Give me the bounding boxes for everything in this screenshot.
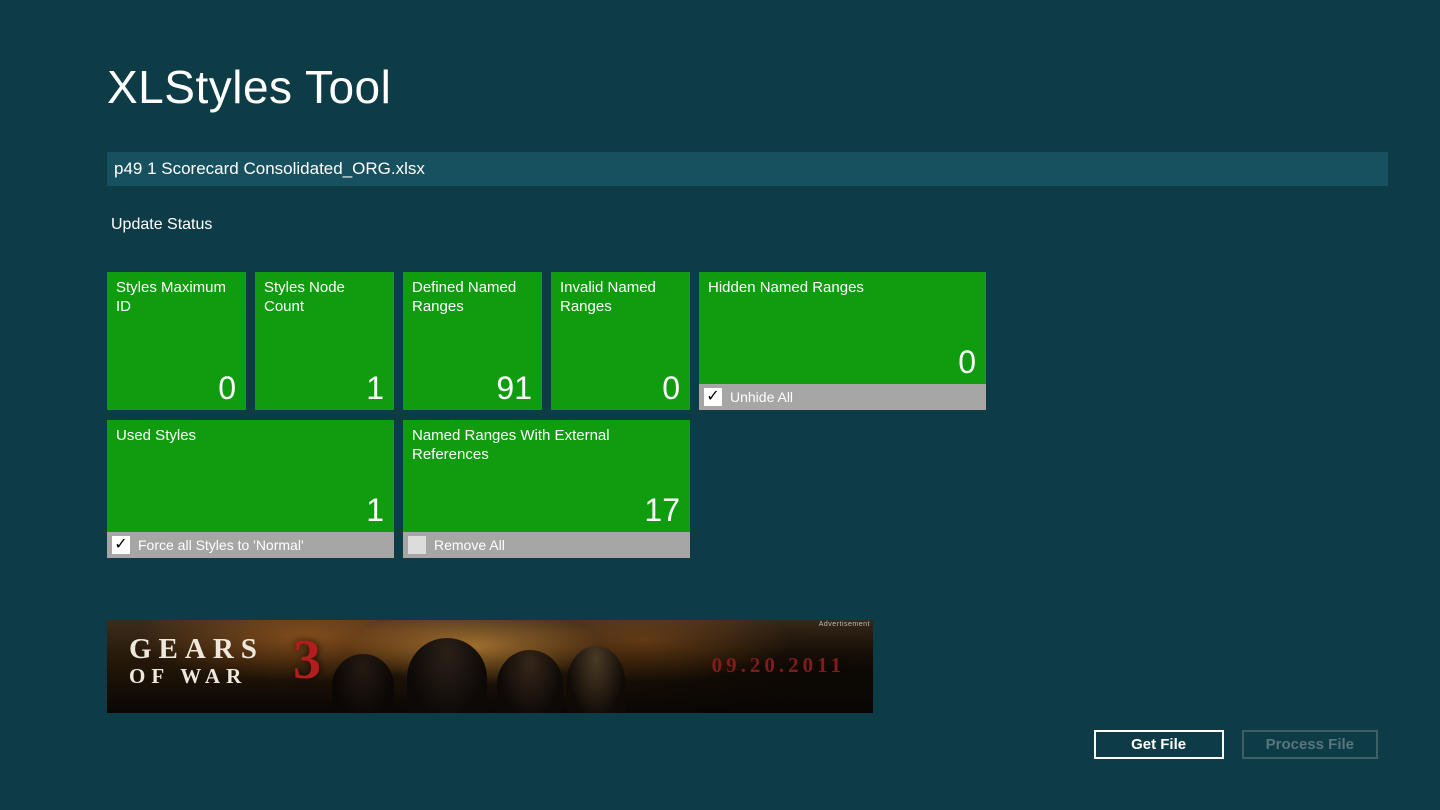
tile-value: 17: [644, 494, 690, 532]
checkbox-label: Force all Styles to 'Normal': [138, 537, 304, 553]
remove-all-checkbox[interactable]: [408, 536, 426, 554]
unhide-all-checkbox[interactable]: ✓: [704, 388, 722, 406]
checkmark-icon: ✓: [114, 537, 127, 553]
force-styles-normal-checkbox[interactable]: ✓: [112, 536, 130, 554]
tile-value: 0: [958, 346, 986, 384]
tile-value: 1: [366, 494, 394, 532]
tile-value: 0: [218, 372, 246, 410]
selected-file-name: p49 1 Scorecard Consolidated_ORG.xlsx: [114, 159, 425, 179]
tile-invalid-named-ranges: Invalid Named Ranges 0: [551, 272, 690, 410]
tile-row-1: Styles Maximum ID 0 Styles Node Count 1 …: [107, 272, 986, 410]
tile-value: 1: [366, 372, 394, 410]
update-status-label: Update Status: [111, 216, 212, 234]
tile-used-styles: Used Styles 1 ✓ Force all Styles to 'Nor…: [107, 420, 394, 558]
ad-figure: [497, 650, 563, 713]
tile-label: Used Styles: [107, 420, 394, 446]
action-buttons: Get File Process File: [1094, 730, 1378, 759]
ad-figure: [567, 646, 625, 713]
tile-value: 0: [662, 372, 690, 410]
checkbox-label: Unhide All: [730, 389, 793, 405]
ad-game-logo: GEARS OF WAR: [129, 635, 264, 688]
checkbox-label: Remove All: [434, 537, 505, 553]
tile-label: Defined Named Ranges: [403, 272, 542, 317]
tile-label: Styles Maximum ID: [107, 272, 246, 317]
tile-hidden-named-ranges: Hidden Named Ranges 0 ✓ Unhide All: [699, 272, 986, 410]
ad-logo-line1: GEARS: [129, 635, 264, 664]
tile-defined-named-ranges: Defined Named Ranges 91: [403, 272, 542, 410]
ad-logo-number: 3: [293, 628, 321, 692]
advertisement-label: Advertisement: [819, 621, 870, 628]
tile-label: Invalid Named Ranges: [551, 272, 690, 317]
get-file-button[interactable]: Get File: [1094, 730, 1224, 759]
tile-value: 91: [496, 372, 542, 410]
tile-named-ranges-external-references: Named Ranges With External References 17…: [403, 420, 690, 558]
ad-banner[interactable]: Advertisement GEARS OF WAR 3 09.20.2011: [107, 620, 873, 713]
tile-label: Hidden Named Ranges: [699, 272, 986, 298]
remove-all-checkbox-row[interactable]: Remove All: [403, 532, 690, 558]
selected-file-bar: p49 1 Scorecard Consolidated_ORG.xlsx: [107, 152, 1388, 186]
page-title: XLStyles Tool: [107, 60, 391, 114]
process-file-button[interactable]: Process File: [1242, 730, 1378, 759]
tile-styles-maximum-id: Styles Maximum ID 0: [107, 272, 246, 410]
ad-logo-line2: OF WAR: [129, 664, 264, 688]
tile-styles-node-count: Styles Node Count 1: [255, 272, 394, 410]
tile-label: Named Ranges With External References: [403, 420, 690, 465]
tile-label: Styles Node Count: [255, 272, 394, 317]
status-tiles: Styles Maximum ID 0 Styles Node Count 1 …: [107, 272, 986, 568]
ad-figure: [332, 654, 394, 713]
checkmark-icon: ✓: [706, 389, 719, 405]
force-styles-normal-checkbox-row[interactable]: ✓ Force all Styles to 'Normal': [107, 532, 394, 558]
unhide-all-checkbox-row[interactable]: ✓ Unhide All: [699, 384, 986, 410]
ad-release-date: 09.20.2011: [712, 653, 845, 678]
tile-row-2: Used Styles 1 ✓ Force all Styles to 'Nor…: [107, 420, 986, 558]
app-window: XLStyles Tool p49 1 Scorecard Consolidat…: [0, 0, 1440, 810]
ad-figure: [407, 638, 487, 713]
